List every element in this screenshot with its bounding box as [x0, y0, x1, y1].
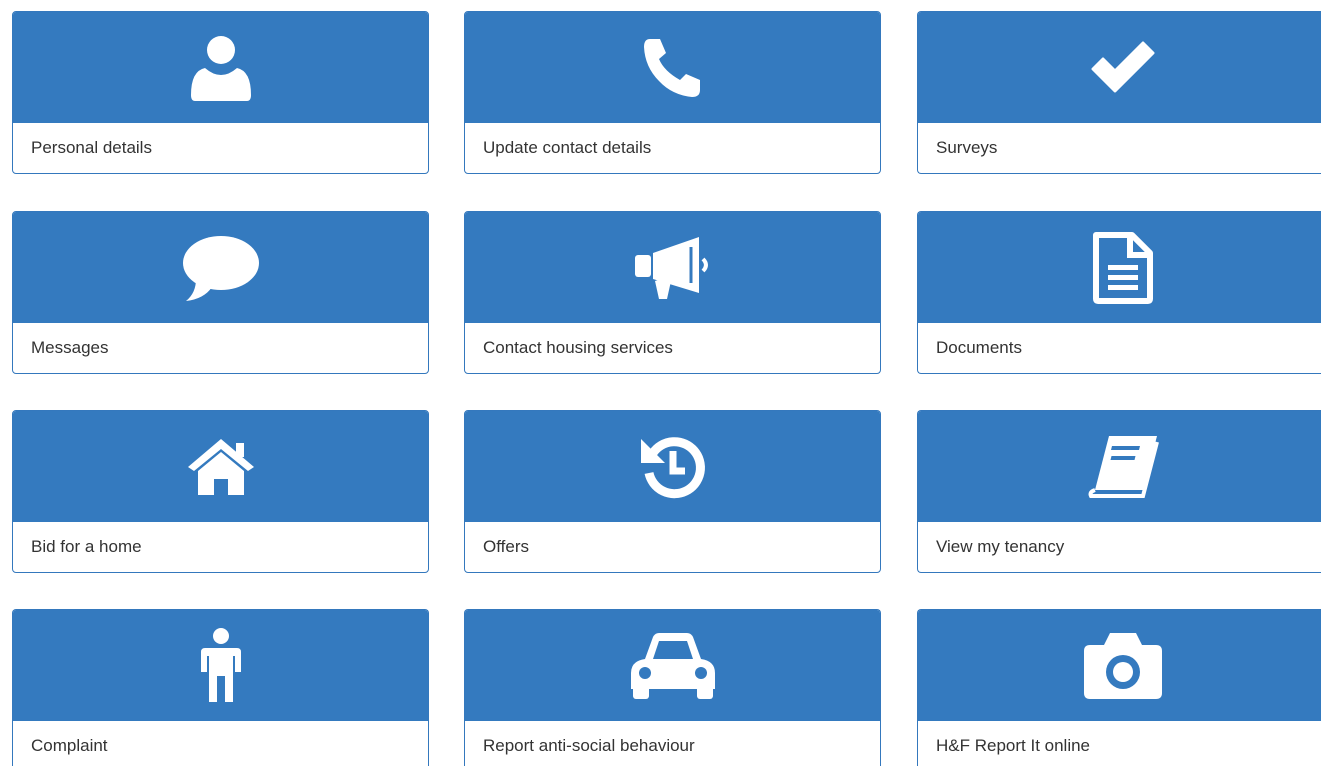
document-icon [1090, 231, 1156, 305]
tile-report-anti-social-behaviour[interactable]: Report anti-social behaviour [464, 609, 881, 766]
tile-label: Complaint [31, 736, 108, 755]
tile-header [465, 212, 880, 323]
tile-label: Report anti-social behaviour [483, 736, 695, 755]
tile-update-contact-details[interactable]: Update contact details [464, 11, 881, 174]
services-grid: Personal details Update contact details … [0, 0, 1321, 766]
tile-label: Surveys [936, 138, 998, 157]
tile-header [918, 610, 1321, 721]
tile-header [465, 411, 880, 522]
tile-label: Messages [31, 338, 109, 357]
tile-documents[interactable]: Documents [917, 211, 1321, 374]
camera-icon [1082, 631, 1164, 701]
user-icon [190, 35, 251, 101]
tile-label: Update contact details [483, 138, 652, 157]
speech-bubble-icon [182, 235, 260, 301]
tile-header [465, 610, 880, 721]
person-icon [200, 627, 241, 704]
tile-header [13, 12, 428, 123]
tile-header [13, 610, 428, 721]
phone-icon [642, 37, 704, 99]
tile-header [13, 411, 428, 522]
tile-complaint[interactable]: Complaint [12, 609, 429, 766]
home-icon [186, 437, 256, 497]
book-icon [1087, 434, 1159, 500]
tile-header [465, 12, 880, 123]
tile-surveys[interactable]: Surveys [917, 11, 1321, 174]
tile-label: Documents [936, 338, 1022, 357]
tile-header [13, 212, 428, 323]
tile-messages[interactable]: Messages [12, 211, 429, 374]
tile-label: Contact housing services [483, 338, 673, 357]
tile-personal-details[interactable]: Personal details [12, 11, 429, 174]
tile-label: H&F Report It online [936, 736, 1091, 755]
tile-label: Bid for a home [31, 537, 142, 556]
megaphone-icon [633, 235, 713, 301]
tile-label: View my tenancy [936, 537, 1065, 556]
tile-header [918, 12, 1321, 123]
history-icon [639, 433, 707, 501]
tile-bid-for-a-home[interactable]: Bid for a home [12, 410, 429, 573]
check-icon [1089, 41, 1157, 95]
tile-header [918, 411, 1321, 522]
tile-label: Offers [483, 537, 529, 556]
tile-label: Personal details [31, 138, 152, 157]
tile-contact-housing-services[interactable]: Contact housing services [464, 211, 881, 374]
car-icon [629, 631, 717, 701]
tile-view-my-tenancy[interactable]: View my tenancy [917, 410, 1321, 573]
tile-offers[interactable]: Offers [464, 410, 881, 573]
tile-header [918, 212, 1321, 323]
tile-hf-report-it-online[interactable]: H&F Report It online [917, 609, 1321, 766]
